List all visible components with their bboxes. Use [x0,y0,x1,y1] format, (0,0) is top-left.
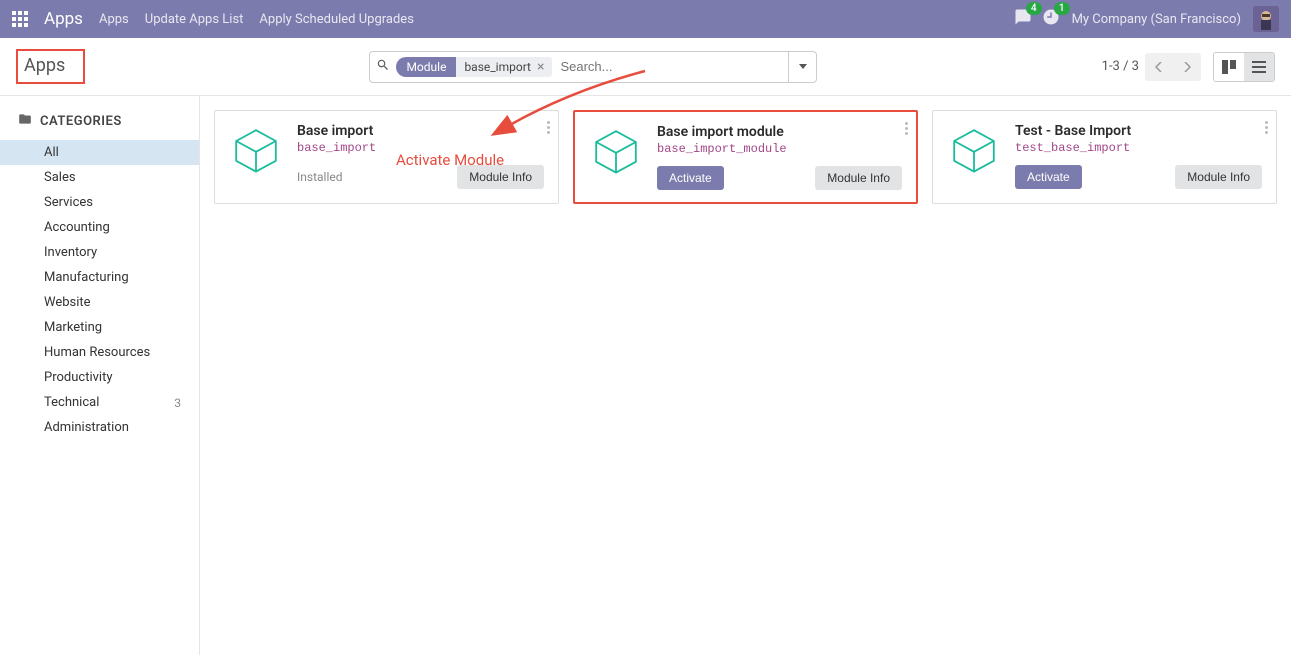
sidebar-item-website[interactable]: Website [0,290,199,315]
annotation-text: Activate Module [396,151,504,169]
module-status: Installed [297,170,343,184]
nav-menu-update-apps[interactable]: Update Apps List [145,12,244,27]
kanban-view-button[interactable] [1214,53,1244,81]
list-icon [1252,61,1266,73]
sidebar-item-count: 3 [174,396,181,410]
sidebar-item-all[interactable]: All [0,140,199,165]
module-info-button[interactable]: Module Info [815,166,902,190]
sidebar-item-label: All [44,145,59,160]
content-area: Base importbase_importInstalledModule In… [200,96,1291,655]
sidebar-item-label: Administration [44,420,129,435]
view-switcher [1213,52,1275,82]
sidebar-item-marketing[interactable]: Marketing [0,315,199,340]
pager-next-button[interactable] [1173,53,1201,81]
breadcrumb-highlight: Apps [16,49,85,84]
sidebar-item-services[interactable]: Services [0,190,199,215]
main: CATEGORIES All Sales Services Accounting Inv… [0,96,1291,655]
sidebar-item-accounting[interactable]: Accounting [0,215,199,240]
module-card[interactable]: Test - Base Import test_base_import Activa… [932,110,1277,204]
sidebar-item-human-resources[interactable]: Human Resources [0,340,199,365]
list-view-button[interactable] [1244,53,1274,81]
module-cube-icon [229,123,283,177]
card-body: Test - Base Import test_base_import Activa… [1015,123,1262,191]
activities-badge: 1 [1054,2,1070,15]
sidebar-item-label: Productivity [44,370,112,385]
sidebar-header-text: CATEGORIES [40,114,122,129]
activities-button[interactable]: 1 [1042,8,1060,30]
sidebar: CATEGORIES All Sales Services Accounting Inv… [0,96,200,655]
breadcrumb: Apps [24,55,65,76]
sidebar-item-label: Services [44,195,93,210]
card-body: Base import module base_import_module Acti… [657,124,902,190]
sidebar-item-label: Technical [44,395,99,410]
sidebar-header: CATEGORIES [0,112,199,140]
sidebar-item-sales[interactable]: Sales [0,165,199,190]
facet-label: Module [396,57,456,77]
sidebar-item-label: Website [44,295,91,310]
right-controls: 1-3 / 3 [1102,52,1275,82]
cards-container: Base importbase_importInstalledModule In… [214,110,1277,204]
module-technical-name: base_import_module [657,142,902,156]
module-info-button[interactable]: Module Info [1175,165,1262,189]
messages-button[interactable]: 4 [1014,8,1032,30]
navbar-left: Apps Apps Update Apps List Apply Schedul… [12,9,414,29]
search-dropdown-button[interactable] [789,51,817,83]
card-actions: Activate Module Info [1015,165,1262,189]
annotation-arrow [490,66,660,156]
sidebar-item-label: Sales [44,170,76,185]
user-avatar[interactable] [1253,6,1279,32]
search-icon [376,58,390,76]
module-technical-name: test_base_import [1015,141,1262,155]
card-kebab-menu[interactable] [1265,121,1268,134]
sidebar-item-label: Marketing [44,320,102,335]
nav-menu-apply-upgrades[interactable]: Apply Scheduled Upgrades [259,12,414,27]
sidebar-item-technical[interactable]: Technical 3 [0,390,199,415]
activate-button[interactable]: Activate [657,166,724,190]
navbar-right: 4 1 My Company (San Francisco) [1014,6,1279,32]
company-selector[interactable]: My Company (San Francisco) [1072,12,1241,27]
pager: 1-3 / 3 [1102,53,1201,81]
module-cube-icon [947,123,1001,177]
module-title: Test - Base Import [1015,123,1262,139]
sidebar-item-label: Accounting [44,220,110,235]
folder-icon [18,112,32,130]
sidebar-item-administration[interactable]: Administration [0,415,199,440]
nav-menu-apps[interactable]: Apps [99,12,129,27]
chevron-down-icon [799,64,807,69]
messages-badge: 4 [1026,2,1042,15]
sidebar-item-label: Inventory [44,245,97,260]
card-kebab-menu[interactable] [905,122,908,135]
navbar-title: Apps [44,9,83,29]
sidebar-item-label: Manufacturing [44,270,129,285]
apps-grid-icon[interactable] [12,11,28,27]
sidebar-item-manufacturing[interactable]: Manufacturing [0,265,199,290]
activate-button[interactable]: Activate [1015,165,1082,189]
sidebar-item-label: Human Resources [44,345,150,360]
chevron-right-icon [1183,62,1191,72]
sidebar-list: All Sales Services Accounting Inventory Manuf… [0,140,199,440]
top-navbar: Apps Apps Update Apps List Apply Schedul… [0,0,1291,38]
sidebar-item-inventory[interactable]: Inventory [0,240,199,265]
module-title: Base import module [657,124,902,140]
kanban-icon [1222,60,1236,74]
pager-text: 1-3 / 3 [1102,59,1139,74]
chevron-left-icon [1155,62,1163,72]
card-actions: Activate Module Info [657,166,902,190]
sidebar-item-productivity[interactable]: Productivity [0,365,199,390]
pager-prev-button[interactable] [1145,53,1173,81]
